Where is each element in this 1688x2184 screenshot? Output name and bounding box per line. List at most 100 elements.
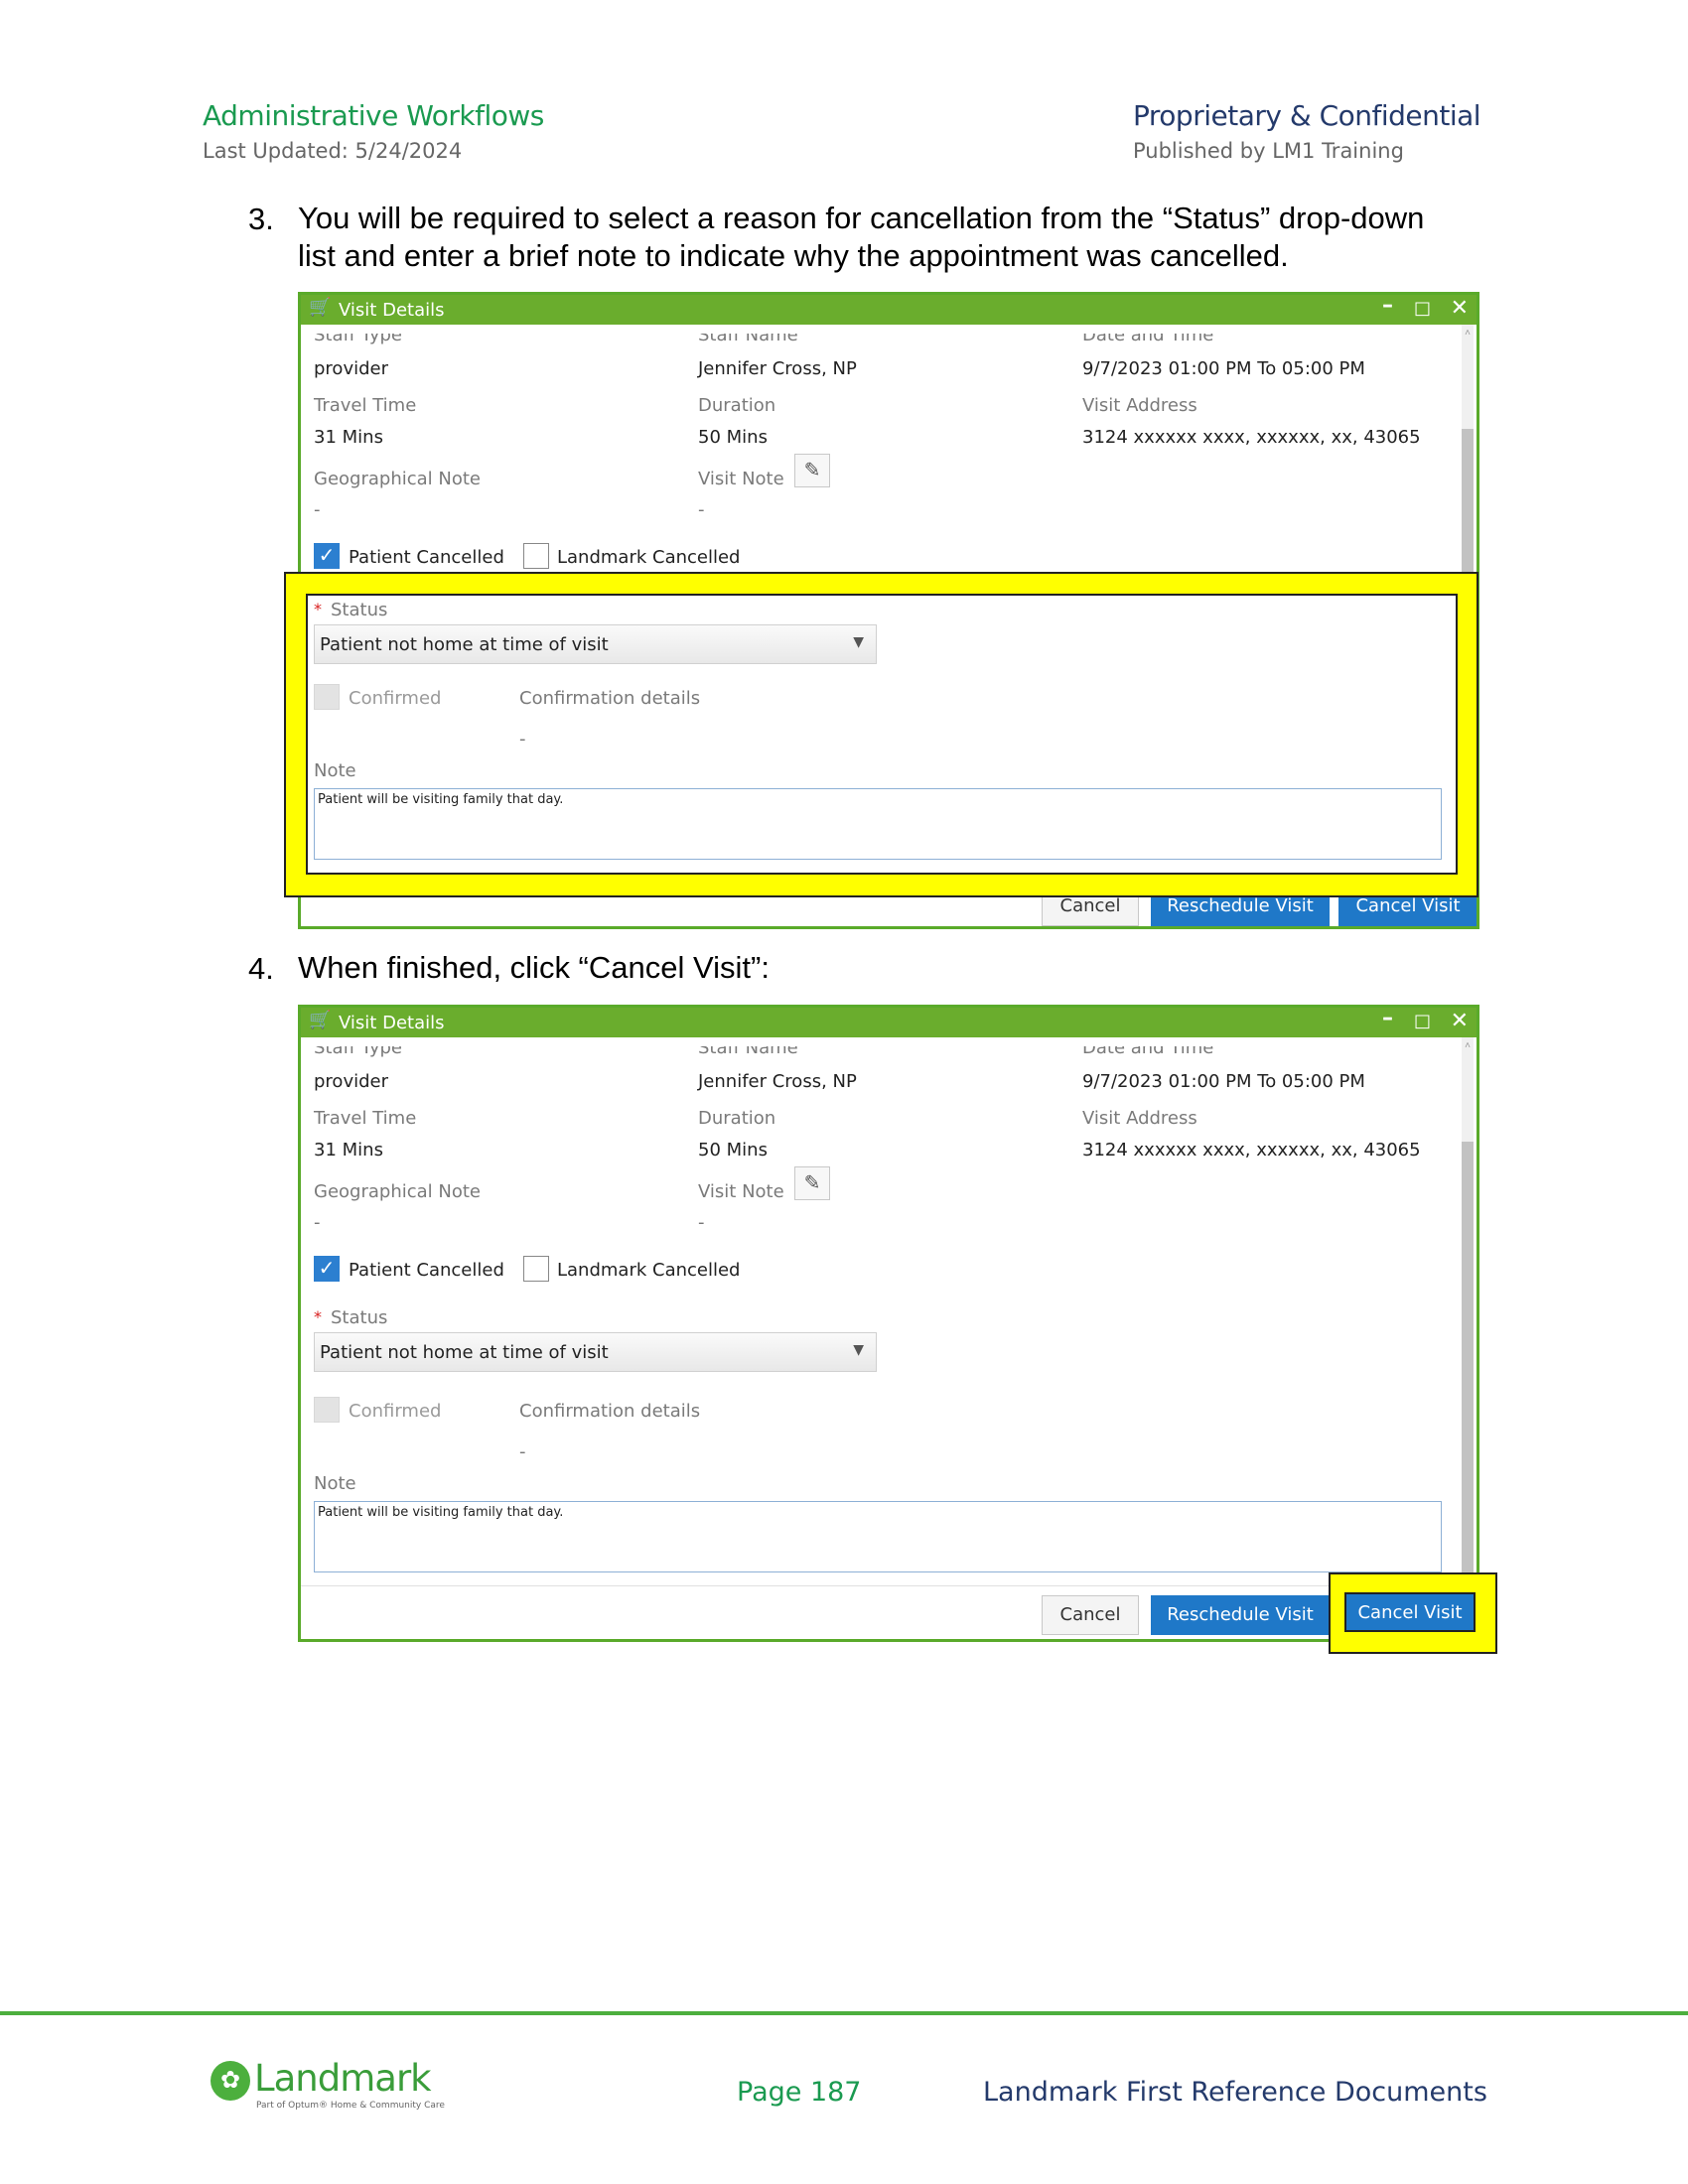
staff-type-value: provider (314, 358, 388, 379)
visit-address-value: 3124 xxxxxx xxxx, xxxxxx, xx, 43065 (1082, 1140, 1421, 1160)
staff-type-value: provider (314, 1071, 388, 1092)
patient-cancelled-checkbox[interactable]: ✓ (314, 543, 340, 569)
visit-note-label: Visit Note (698, 1181, 784, 1202)
note-textarea[interactable]: Patient will be visiting family that day… (314, 788, 1442, 860)
cart-icon: 🛒 (309, 1010, 332, 1030)
confirmed-label: Confirmed (349, 688, 442, 709)
visit-note-label: Visit Note (698, 469, 784, 489)
header-title: Administrative Workflows (203, 99, 544, 132)
required-marker: * (314, 600, 322, 618)
cancel-button[interactable]: Cancel (1042, 1595, 1139, 1635)
confidential-label: Proprietary & Confidential (1133, 99, 1481, 132)
minimize-icon[interactable]: – (1382, 295, 1393, 318)
travel-time-label: Travel Time (314, 395, 417, 416)
status-selected-value: Patient not home at time of visit (320, 1342, 609, 1363)
staff-type-label: Staff Type (314, 334, 402, 345)
geographical-note-label: Geographical Note (314, 469, 481, 489)
step-4-text: When finished, click “Cancel Visit”: (298, 950, 770, 985)
patient-cancelled-checkbox[interactable]: ✓ (314, 1256, 340, 1282)
duration-label: Duration (698, 1108, 776, 1129)
note-text: Patient will be visiting family that day… (318, 792, 564, 807)
staff-name-label: Staff Name (698, 334, 798, 345)
status-dropdown[interactable]: Patient not home at time of visit ▼ (314, 1332, 877, 1372)
maximize-icon[interactable]: □ (1414, 298, 1431, 319)
visit-address-value: 3124 xxxxxx xxxx, xxxxxx, xx, 43065 (1082, 427, 1421, 448)
note-textarea[interactable]: Patient will be visiting family that day… (314, 1501, 1442, 1572)
logo-wordmark: Landmark (254, 2057, 432, 2100)
staff-name-value: Jennifer Cross, NP (698, 358, 857, 379)
dialog-title: Visit Details (339, 300, 445, 321)
geographical-note-value: - (314, 1212, 321, 1233)
geographical-note-value: - (314, 499, 321, 520)
dialog-titlebar: 🛒 Visit Details – □ ✕ (301, 295, 1477, 325)
scroll-up-icon[interactable]: ˄ (1462, 328, 1474, 339)
step-3-number: 3. (248, 202, 274, 236)
edit-pencil-icon[interactable]: ✎ (794, 454, 830, 487)
patient-cancelled-label: Patient Cancelled (349, 1260, 504, 1281)
dialog-titlebar: 🛒 Visit Details – □ ✕ (301, 1008, 1477, 1037)
dropdown-arrow-icon: ▼ (853, 634, 864, 650)
dialog-footer-divider (301, 1585, 1477, 1586)
visit-address-label: Visit Address (1082, 395, 1197, 416)
highlighted-status-section: * Status Patient not home at time of vis… (306, 594, 1458, 875)
landmark-cancelled-checkbox[interactable] (523, 543, 549, 569)
status-label: Status (331, 1307, 388, 1328)
dropdown-arrow-icon: ▼ (853, 1342, 864, 1358)
visit-note-value: - (698, 499, 705, 520)
page-number: Page 187 (737, 2077, 862, 2108)
tree-icon: ✿ (211, 2061, 250, 2101)
confirmation-details-label: Confirmation details (519, 1401, 701, 1422)
reschedule-visit-button[interactable]: Reschedule Visit (1151, 1595, 1330, 1635)
travel-time-value: 31 Mins (314, 427, 383, 448)
status-label: Status (331, 600, 388, 620)
note-label: Note (314, 1473, 356, 1494)
duration-value: 50 Mins (698, 427, 768, 448)
scrollbar-thumb[interactable] (1462, 1142, 1474, 1578)
footer-rule (0, 2011, 1688, 2015)
landmark-cancelled-label: Landmark Cancelled (557, 1260, 741, 1281)
note-label: Note (314, 760, 356, 781)
edit-pencil-icon[interactable]: ✎ (794, 1166, 830, 1200)
staff-type-label: Staff Type (314, 1046, 402, 1058)
step-4-number: 4. (248, 951, 274, 986)
status-dropdown[interactable]: Patient not home at time of visit ▼ (314, 624, 877, 664)
required-marker: * (314, 1307, 322, 1326)
date-time-label: Date and Time (1082, 334, 1214, 345)
confirmed-checkbox[interactable] (314, 1397, 340, 1423)
confirmation-details-value: - (519, 1441, 526, 1462)
confirmed-checkbox[interactable] (314, 684, 340, 710)
dialog-title: Visit Details (339, 1013, 445, 1033)
publisher: Published by LM1 Training (1133, 139, 1404, 163)
duration-value: 50 Mins (698, 1140, 768, 1160)
minimize-icon[interactable]: – (1382, 1008, 1393, 1030)
logo-tagline: Part of Optum® Home & Community Care (256, 2101, 445, 2111)
travel-time-value: 31 Mins (314, 1140, 383, 1160)
step-3-text: You will be required to select a reason … (298, 201, 1425, 273)
landmark-cancelled-checkbox[interactable] (523, 1256, 549, 1282)
duration-label: Duration (698, 395, 776, 416)
visit-address-label: Visit Address (1082, 1108, 1197, 1129)
confirmed-label: Confirmed (349, 1401, 442, 1422)
maximize-icon[interactable]: □ (1414, 1011, 1431, 1031)
patient-cancelled-label: Patient Cancelled (349, 547, 504, 568)
last-updated: Last Updated: 5/24/2024 (203, 139, 463, 163)
confirmation-details-label: Confirmation details (519, 688, 701, 709)
date-time-value: 9/7/2023 01:00 PM To 05:00 PM (1082, 1071, 1365, 1092)
visit-details-dialog-2: 🛒 Visit Details – □ ✕ Staff Type Staff N… (298, 1005, 1479, 1642)
travel-time-label: Travel Time (314, 1108, 417, 1129)
date-time-label: Date and Time (1082, 1046, 1214, 1058)
scroll-up-icon[interactable]: ˄ (1462, 1040, 1474, 1051)
visit-note-value: - (698, 1212, 705, 1233)
document-reference: Landmark First Reference Documents (983, 2077, 1487, 2108)
close-icon[interactable]: ✕ (1451, 1009, 1469, 1033)
date-time-value: 9/7/2023 01:00 PM To 05:00 PM (1082, 358, 1365, 379)
staff-name-value: Jennifer Cross, NP (698, 1071, 857, 1092)
landmark-cancelled-label: Landmark Cancelled (557, 547, 741, 568)
cart-icon: 🛒 (309, 297, 332, 318)
confirmation-details-value: - (519, 729, 526, 750)
geographical-note-label: Geographical Note (314, 1181, 481, 1202)
status-selected-value: Patient not home at time of visit (320, 634, 609, 655)
note-text: Patient will be visiting family that day… (318, 1505, 564, 1520)
cancel-visit-button[interactable]: Cancel Visit (1344, 1592, 1476, 1632)
close-icon[interactable]: ✕ (1451, 296, 1469, 321)
